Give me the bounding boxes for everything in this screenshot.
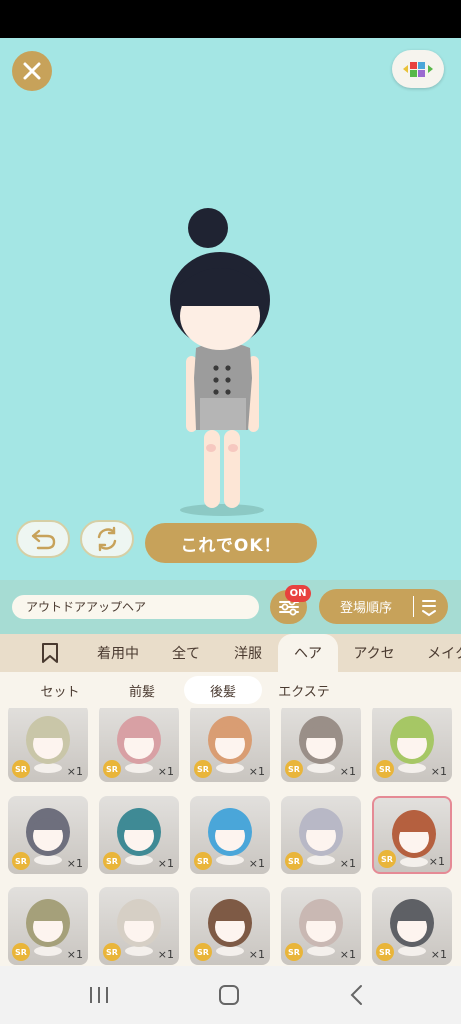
hair-item-card[interactable]: SR ×1 bbox=[190, 708, 270, 782]
avatar-character[interactable] bbox=[160, 208, 290, 548]
item-count: ×1 bbox=[339, 765, 356, 778]
rarity-badge: SR bbox=[378, 850, 396, 868]
item-info-bar: アウトドアアップヘア ON 登場順序 bbox=[0, 580, 461, 634]
item-count: ×1 bbox=[157, 948, 174, 961]
item-count: ×1 bbox=[339, 948, 356, 961]
item-count: ×1 bbox=[66, 948, 83, 961]
close-icon bbox=[23, 62, 41, 80]
sort-order-label: 登場順序 bbox=[339, 601, 392, 616]
rarity-badge: SR bbox=[103, 943, 121, 961]
rarity-badge: SR bbox=[194, 760, 212, 778]
back-button[interactable] bbox=[342, 982, 372, 1008]
tab-accessories[interactable]: アクセ bbox=[344, 634, 404, 672]
tab-makeup[interactable]: メイク bbox=[418, 634, 461, 672]
hair-item-card[interactable]: SR ×1 bbox=[8, 887, 88, 965]
hair-subtabs: セット 前髪 後髪 エクステ bbox=[0, 672, 461, 708]
hair-item-card[interactable]: SR ×1 bbox=[372, 887, 452, 965]
hair-item-card[interactable]: SR ×1 bbox=[372, 796, 452, 874]
hair-item-card[interactable]: SR ×1 bbox=[281, 887, 361, 965]
undo-button[interactable] bbox=[16, 520, 70, 558]
home-icon bbox=[219, 985, 239, 1005]
item-count: ×1 bbox=[428, 855, 445, 868]
item-count: ×1 bbox=[157, 857, 174, 870]
item-count: ×1 bbox=[66, 765, 83, 778]
android-nav-bar bbox=[0, 966, 461, 1024]
rarity-badge: SR bbox=[376, 943, 394, 961]
status-bar bbox=[0, 0, 461, 38]
rarity-badge: SR bbox=[103, 852, 121, 870]
filter-on-badge: ON bbox=[285, 585, 311, 602]
recent-apps-icon bbox=[90, 987, 108, 1003]
item-count: ×1 bbox=[430, 765, 447, 778]
item-count: ×1 bbox=[339, 857, 356, 870]
tab-hair[interactable]: ヘア bbox=[278, 634, 338, 672]
tab-bookmark[interactable] bbox=[28, 634, 72, 672]
hair-item-card[interactable]: SR ×1 bbox=[372, 708, 452, 782]
rarity-badge: SR bbox=[12, 760, 30, 778]
sort-order-button[interactable]: 登場順序 bbox=[319, 589, 448, 624]
rarity-badge: SR bbox=[285, 852, 303, 870]
tab-wearing[interactable]: 着用中 bbox=[88, 634, 148, 672]
rarity-badge: SR bbox=[194, 852, 212, 870]
rarity-badge: SR bbox=[12, 943, 30, 961]
rarity-badge: SR bbox=[376, 760, 394, 778]
subtab-back-hair[interactable]: 後髪 bbox=[184, 676, 262, 704]
palette-cube-icon bbox=[403, 62, 433, 77]
rarity-badge: SR bbox=[285, 760, 303, 778]
recent-apps-button[interactable] bbox=[84, 982, 114, 1008]
rarity-badge: SR bbox=[285, 943, 303, 961]
item-count: ×1 bbox=[248, 765, 265, 778]
undo-icon bbox=[31, 529, 56, 550]
subtab-extensions[interactable]: エクステ bbox=[266, 676, 342, 704]
sort-divider bbox=[413, 596, 414, 617]
hair-item-card[interactable]: SR ×1 bbox=[8, 796, 88, 874]
close-button[interactable] bbox=[12, 51, 52, 91]
item-count: ×1 bbox=[66, 857, 83, 870]
item-count: ×1 bbox=[248, 857, 265, 870]
item-count: ×1 bbox=[430, 948, 447, 961]
tab-all[interactable]: 全て bbox=[162, 634, 210, 672]
hair-item-card[interactable]: SR ×1 bbox=[99, 796, 179, 874]
subtab-set[interactable]: セット bbox=[20, 676, 100, 704]
category-tabs: 着用中 全て 洋服 ヘア アクセ メイク bbox=[0, 634, 461, 672]
sort-direction-icon[interactable] bbox=[420, 597, 438, 617]
bookmark-icon bbox=[42, 643, 58, 663]
hair-item-card[interactable]: SR ×1 bbox=[99, 887, 179, 965]
hair-item-card[interactable]: SR ×1 bbox=[99, 708, 179, 782]
hair-item-card[interactable]: SR ×1 bbox=[190, 887, 270, 965]
hair-item-card[interactable]: SR ×1 bbox=[281, 708, 361, 782]
rarity-badge: SR bbox=[194, 943, 212, 961]
rarity-badge: SR bbox=[103, 760, 121, 778]
hair-item-card[interactable]: SR ×1 bbox=[281, 796, 361, 874]
hair-item-card[interactable]: SR ×1 bbox=[8, 708, 88, 782]
hair-item-grid: SR ×1 SR ×1 SR ×1 SR ×1 SR ×1 SR ×1 SR ×1 SR ×1 SR ×1 SR ×1… bbox=[0, 708, 461, 966]
confirm-ok-button[interactable]: これでOK！ bbox=[145, 523, 317, 563]
rotate-icon bbox=[97, 526, 117, 552]
hair-item-card[interactable]: SR ×1 bbox=[190, 796, 270, 874]
avatar-stage: これでOK！ bbox=[0, 38, 461, 580]
back-icon bbox=[350, 985, 362, 1005]
color-palette-button[interactable] bbox=[392, 50, 444, 88]
rarity-badge: SR bbox=[12, 852, 30, 870]
rotate-button[interactable] bbox=[80, 520, 134, 558]
tab-clothes[interactable]: 洋服 bbox=[224, 634, 272, 672]
subtab-bangs[interactable]: 前髪 bbox=[104, 676, 180, 704]
home-button[interactable] bbox=[214, 982, 244, 1008]
selected-item-name: アウトドアアップヘア bbox=[12, 595, 259, 619]
item-count: ×1 bbox=[157, 765, 174, 778]
item-count: ×1 bbox=[248, 948, 265, 961]
